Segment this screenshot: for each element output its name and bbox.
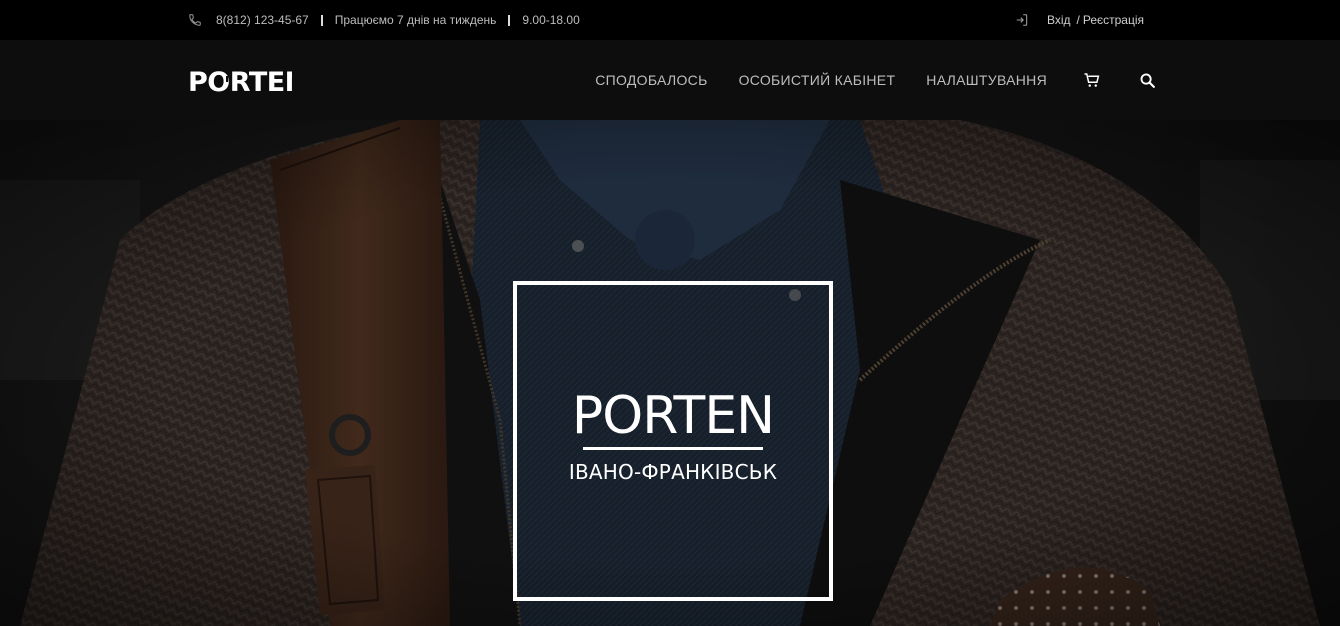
- search-icon[interactable]: [1138, 71, 1156, 89]
- login-icon[interactable]: [1015, 13, 1029, 27]
- auth-separator: /: [1076, 13, 1080, 27]
- brand-frame-content: PORTEN ІВАНО-ФРАНКІВСЬК: [517, 285, 829, 597]
- working-hours: 9.00-18.00: [522, 13, 580, 27]
- top-info-bar: 8(812) 123-45-67 Працюємо 7 днів на тижд…: [0, 0, 1340, 40]
- brand-frame: PORTEN ІВАНО-ФРАНКІВСЬК: [513, 281, 833, 601]
- hero-banner: PORTEN ІВАНО-ФРАНКІВСЬК: [0, 120, 1340, 626]
- menu-item-settings[interactable]: НАЛАШТУВАННЯ: [926, 72, 1047, 88]
- site-logo[interactable]: PORTEN: [188, 66, 292, 94]
- working-days: Працюємо 7 днів на тиждень: [334, 13, 497, 27]
- main-navbar: PORTEN СПОДОБАЛОСЬ ОСОБИСТИЙ КАБІНЕТ НАЛ…: [0, 40, 1340, 120]
- hero-brand-title: PORTEN: [571, 386, 775, 446]
- phone-icon: [188, 13, 202, 27]
- logo-stencil-gap: [226, 76, 229, 82]
- register-link[interactable]: Реєстрація: [1083, 13, 1144, 27]
- divider: [508, 14, 511, 26]
- contact-info: 8(812) 123-45-67 Працюємо 7 днів на тижд…: [188, 0, 580, 40]
- login-link[interactable]: Вхід: [1047, 13, 1071, 27]
- phone-number[interactable]: 8(812) 123-45-67: [216, 13, 309, 27]
- main-menu: СПОДОБАЛОСЬ ОСОБИСТИЙ КАБІНЕТ НАЛАШТУВАН…: [595, 40, 1156, 120]
- cart-icon[interactable]: [1083, 71, 1101, 89]
- brand-underline: [583, 447, 763, 450]
- menu-item-account[interactable]: ОСОБИСТИЙ КАБІНЕТ: [739, 72, 896, 88]
- logo-text: PORTEN: [188, 67, 292, 94]
- menu-item-favorites[interactable]: СПОДОБАЛОСЬ: [595, 72, 707, 88]
- divider: [320, 14, 323, 26]
- hero-city: ІВАНО-ФРАНКІВСЬК: [568, 460, 778, 484]
- auth-links: Вхід / Реєстрація: [1015, 0, 1144, 40]
